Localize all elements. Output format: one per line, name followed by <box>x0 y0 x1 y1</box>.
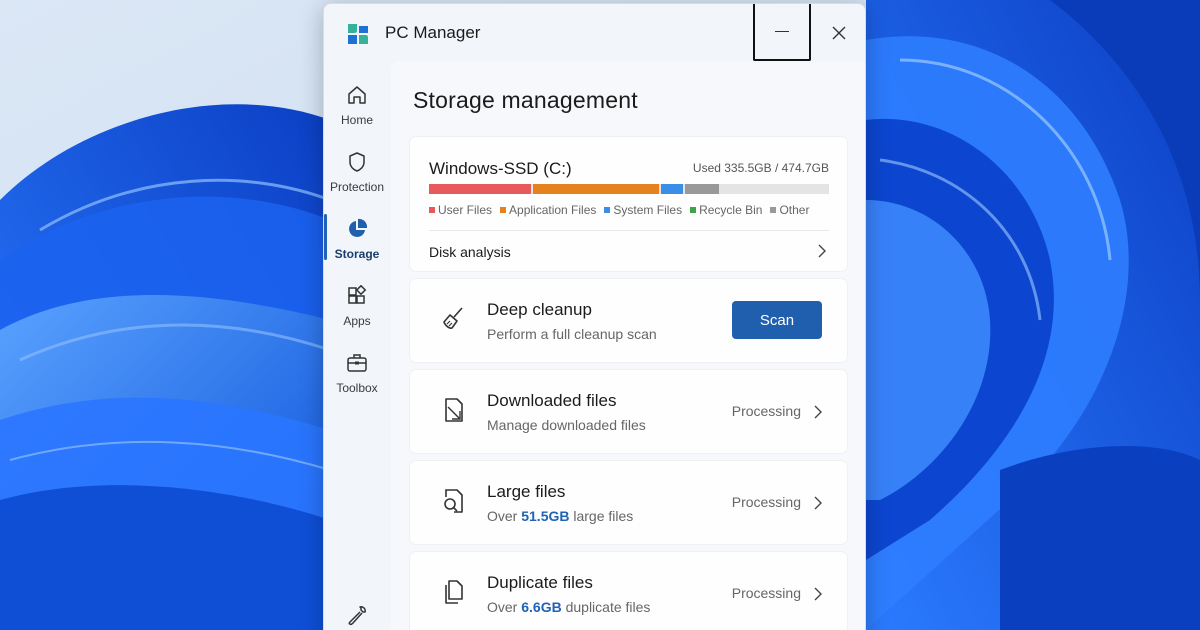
chevron-right-icon <box>814 405 822 419</box>
large-files-subtitle: Over 51.5GB large files <box>487 508 633 524</box>
legend-item: Application Files <box>500 203 596 217</box>
legend-label: Other <box>779 203 810 217</box>
toolbox-icon <box>347 354 367 372</box>
shield-icon <box>349 152 365 172</box>
sidebar-item-apps[interactable]: Apps <box>324 285 390 349</box>
pc-manager-logo-icon <box>348 24 368 44</box>
sidebar-item-home[interactable]: Home <box>324 84 390 148</box>
pie-chart-icon <box>349 218 368 237</box>
chevron-right-icon <box>814 496 822 510</box>
minimize-button[interactable] <box>753 4 811 61</box>
chevron-right-icon <box>814 587 822 601</box>
legend-swatch <box>500 207 507 213</box>
sidebar-item-toolbox[interactable]: Toolbox <box>324 352 390 416</box>
duplicate-files-subtitle: Over 6.6GB duplicate files <box>487 599 650 615</box>
sidebar-item-protection[interactable]: Protection <box>324 151 390 215</box>
usage-legend: User Files Application Files System Files R… <box>429 203 817 217</box>
minimize-icon <box>775 30 789 33</box>
chevron-right-icon <box>818 244 826 258</box>
legend-label: Recycle Bin <box>699 203 763 217</box>
file-search-icon <box>444 489 463 513</box>
disk-usage-bar <box>429 184 829 194</box>
usage-segment-application-files <box>533 184 659 194</box>
sidebar-item-label: Apps <box>343 314 371 328</box>
usage-segment-user-files <box>429 184 531 194</box>
legend-item: Other <box>770 203 809 217</box>
duplicate-files-status: Processing <box>731 585 801 601</box>
usage-segment-system-files <box>661 184 683 194</box>
downloaded-files-status: Processing <box>731 403 801 419</box>
wrench-icon <box>348 606 366 626</box>
sidebar-item-label: Protection <box>329 180 385 194</box>
subtitle-suffix: large files <box>569 508 634 524</box>
home-icon <box>348 86 366 104</box>
legend-swatch <box>690 207 697 213</box>
disk-usage-text: Used 335.5GB / 474.7GB <box>692 161 829 175</box>
deep-cleanup-title: Deep cleanup <box>487 300 592 319</box>
downloaded-files-card[interactable]: Downloaded files Manage downloaded files… <box>410 370 847 453</box>
legend-swatch <box>604 207 611 213</box>
subtitle-prefix: Over <box>487 599 522 615</box>
deep-cleanup-subtitle: Perform a full cleanup scan <box>487 326 657 342</box>
window-title: PC Manager <box>385 23 481 42</box>
legend-label: User Files <box>438 203 493 217</box>
disk-analysis-label: Disk analysis <box>429 244 511 260</box>
broom-icon <box>443 307 463 329</box>
title-bar[interactable]: PC Manager <box>324 4 865 61</box>
large-files-title: Large files <box>487 482 566 501</box>
large-files-status: Processing <box>731 494 801 510</box>
pc-manager-window: PC Manager Home Protection Storage Apps … <box>323 3 866 630</box>
legend-label: System Files <box>613 203 683 217</box>
main-content: Storage management Windows-SSD (C:) Used… <box>391 61 865 630</box>
subtitle-prefix: Over <box>487 508 522 524</box>
downloaded-files-title: Downloaded files <box>487 391 617 410</box>
sidebar-nav: Home Protection Storage Apps Toolbox <box>324 64 390 630</box>
close-button[interactable] <box>810 4 865 61</box>
legend-label: Application Files <box>509 203 597 217</box>
apps-icon <box>348 285 367 304</box>
legend-item: Recycle Bin <box>690 203 762 217</box>
scan-button[interactable]: Scan <box>732 301 822 339</box>
disk-name: Windows-SSD (C:) <box>429 159 572 178</box>
sidebar-item-label: Home <box>340 113 373 127</box>
legend-item: System Files <box>604 203 682 217</box>
duplicate-files-title: Duplicate files <box>487 573 593 592</box>
usage-segment-other <box>685 184 719 194</box>
legend-swatch <box>770 207 777 213</box>
legend-item: User Files <box>429 203 492 217</box>
large-files-size: 51.5GB <box>521 508 570 524</box>
legend-swatch <box>429 207 435 213</box>
disk-analysis-row[interactable]: Disk analysis <box>410 231 847 271</box>
close-icon <box>832 26 846 39</box>
disk-card: Windows-SSD (C:) Used 335.5GB / 474.7GB … <box>410 137 847 271</box>
sidebar-item-storage[interactable]: Storage <box>324 218 390 282</box>
downloaded-files-subtitle: Manage downloaded files <box>487 417 646 433</box>
duplicate-files-size: 6.6GB <box>521 599 562 615</box>
page-title: Storage management <box>413 87 638 113</box>
downloaded-file-icon <box>445 398 463 422</box>
settings-button[interactable] <box>346 604 368 626</box>
large-files-card[interactable]: Large files Over 51.5GB large files Proc… <box>410 461 847 544</box>
duplicate-files-card[interactable]: Duplicate files Over 6.6GB duplicate fil… <box>410 552 847 630</box>
sidebar-item-label: Storage <box>334 247 380 261</box>
deep-cleanup-card: Deep cleanup Perform a full cleanup scan… <box>410 279 847 362</box>
sidebar-item-label: Toolbox <box>336 381 378 395</box>
duplicate-file-icon <box>445 580 463 604</box>
subtitle-suffix: duplicate files <box>561 599 651 615</box>
